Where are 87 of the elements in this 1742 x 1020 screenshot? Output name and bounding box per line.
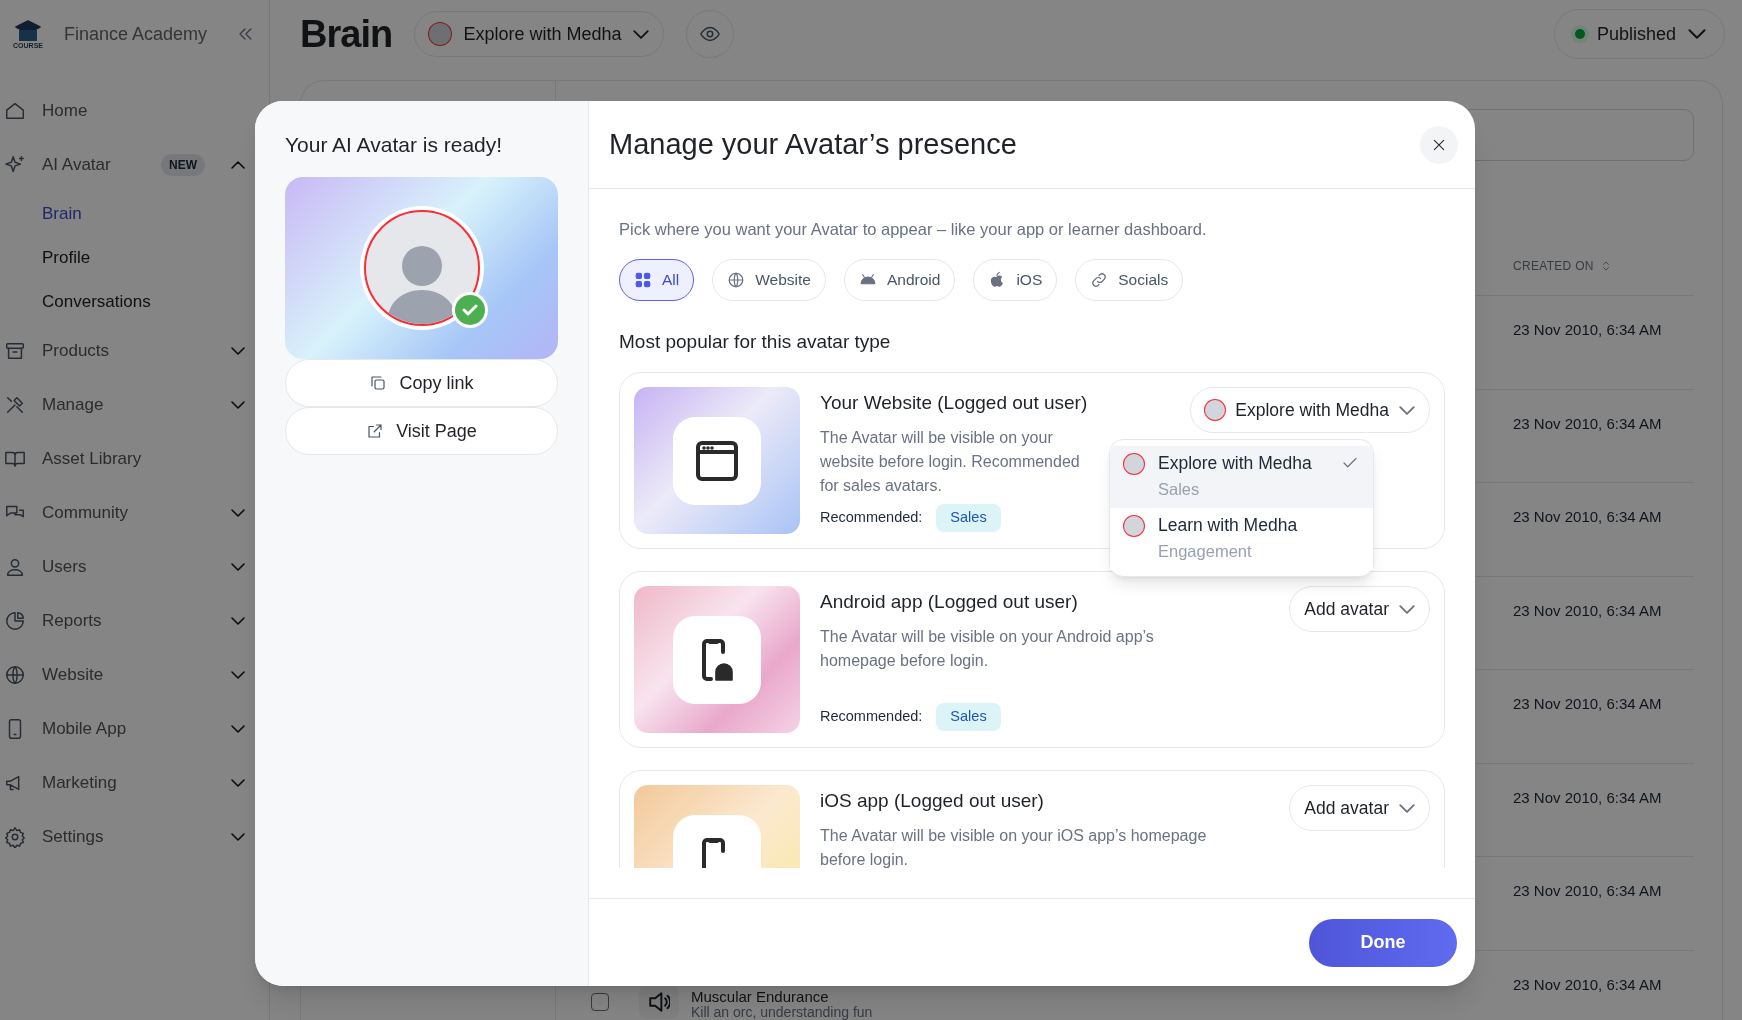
visit-page-button[interactable]: Visit Page — [285, 407, 558, 455]
nav-label: Website — [42, 664, 105, 687]
nav-label: Users — [42, 556, 88, 579]
tools-icon — [4, 394, 26, 416]
modal-description: Pick where you want your Avatar to appear – like your app or learner dashboard. — [619, 219, 1208, 240]
chevron-down-icon — [1688, 29, 1706, 39]
nav-label: Settings — [42, 826, 105, 849]
nav-label: Manage — [42, 394, 105, 417]
chevron-down-icon — [1399, 405, 1415, 415]
new-badge: NEW — [161, 154, 205, 176]
date-cell-text: 23 Nov 2010, 6:34 AM — [1513, 787, 1663, 808]
option-name: Explore with Medha — [1158, 452, 1313, 475]
date-cell-text: 23 Nov 2010, 6:34 AM — [1513, 413, 1663, 434]
row-subtitle: Kill an orc, understanding fun — [691, 1004, 873, 1020]
nav-label: Mobile App — [42, 718, 128, 741]
globe-icon — [4, 664, 26, 686]
card-title: Your Website (Logged out user) — [820, 391, 1088, 416]
nav-item[interactable]: Manage — [0, 378, 269, 432]
panel-title: Your AI Avatar is ready! — [285, 132, 504, 158]
chevron-down-icon — [633, 29, 650, 39]
nav-label: Products — [42, 340, 111, 363]
pie-chart-icon — [4, 610, 26, 632]
done-button[interactable]: Done — [1309, 918, 1457, 967]
globe-icon — [727, 270, 746, 289]
checkbox[interactable] — [591, 992, 609, 1011]
sales-tag: Sales — [936, 504, 1001, 533]
grid-icon — [634, 270, 652, 289]
avatar-image — [1124, 454, 1144, 474]
speaker-icon — [648, 991, 670, 1012]
chevron-down-icon — [1399, 604, 1415, 614]
card-title: Android app (Logged out user) — [820, 590, 1078, 615]
graduation-cap-icon — [15, 19, 41, 42]
nav-item[interactable]: Products — [0, 324, 269, 378]
nav-label: Reports — [42, 610, 103, 633]
copy-link-button[interactable]: Copy link — [285, 359, 558, 407]
nav-item[interactable]: AI Avatar NEW — [0, 138, 269, 192]
chevron-down-icon — [1399, 803, 1415, 813]
menu-option[interactable]: Explore with Medha Sales — [1110, 446, 1373, 508]
avatar-image — [1124, 516, 1144, 536]
nav-label: Marketing — [42, 772, 118, 795]
nav-item[interactable]: Settings — [0, 810, 269, 864]
date-cell-text: 23 Nov 2010, 6:34 AM — [1513, 881, 1663, 901]
nav-item[interactable]: Reports — [0, 594, 269, 648]
section-title: Most popular for this avatar type — [619, 329, 892, 354]
card-description: The Avatar will be visible on your Android app’s homepage before login. — [820, 626, 1155, 671]
archive-box-icon — [4, 340, 26, 362]
card-description: The Avatar will be visible on your website before login. Recommended for sales avatars. — [820, 427, 1081, 496]
modal-title: Manage your Avatar’s presence — [609, 126, 1017, 162]
option-role: Sales — [1158, 479, 1201, 500]
nav-item[interactable]: Website — [0, 648, 269, 702]
nav-item[interactable]: Users — [0, 540, 269, 594]
nav-item[interactable]: Mobile App — [0, 702, 269, 756]
copy-icon — [369, 374, 388, 392]
page-title: Brain — [300, 11, 393, 57]
home-icon — [4, 100, 26, 122]
column-header: CREATED ON — [1513, 257, 1594, 275]
nav-item[interactable]: Marketing — [0, 756, 269, 810]
row-title: Muscular Endurance — [691, 988, 830, 1005]
menu-option[interactable]: Learn with Medha Engagement — [1110, 508, 1373, 570]
nav-label: Community — [42, 502, 129, 525]
recommended-label: Recommended: — [820, 707, 923, 727]
date-cell-text: 23 Nov 2010, 6:34 AM — [1513, 320, 1663, 340]
brand-name: Finance Academy — [64, 22, 209, 46]
date-cell-text: 23 Nov 2010, 6:34 AM — [1513, 974, 1663, 995]
nav-label: AI Avatar — [42, 154, 112, 177]
date-cell-text: 23 Nov 2010, 6:34 AM — [1513, 694, 1663, 714]
gear-icon — [4, 826, 26, 848]
card-title: iOS app (Logged out user) — [820, 789, 1044, 814]
close-button[interactable] — [1420, 125, 1458, 164]
option-name: Learn with Medha — [1158, 514, 1299, 537]
nav-item[interactable]: Community — [0, 486, 269, 540]
person-icon — [4, 556, 26, 578]
card-description: The Avatar will be visible on your iOS app’s homepage before login. — [820, 825, 1208, 868]
sales-tag: Sales — [936, 703, 1001, 732]
recommended-label: Recommended: — [820, 508, 923, 528]
option-role: Engagement — [1158, 541, 1253, 562]
nav-item[interactable]: Home — [0, 84, 269, 138]
external-link-icon — [366, 422, 385, 440]
date-cell-text: 23 Nov 2010, 6:34 AM — [1513, 600, 1663, 621]
date-cell-text: 23 Nov 2010, 6:34 AM — [1513, 507, 1663, 527]
link-icon — [1090, 270, 1109, 289]
avatar-image — [1205, 400, 1226, 421]
filter-chip[interactable]: All — [619, 258, 695, 301]
nav-item[interactable]: Asset Library — [0, 432, 269, 486]
avatar-image — [429, 23, 452, 45]
nav-label: Home — [42, 100, 89, 123]
nav-label: Asset Library — [42, 448, 143, 471]
